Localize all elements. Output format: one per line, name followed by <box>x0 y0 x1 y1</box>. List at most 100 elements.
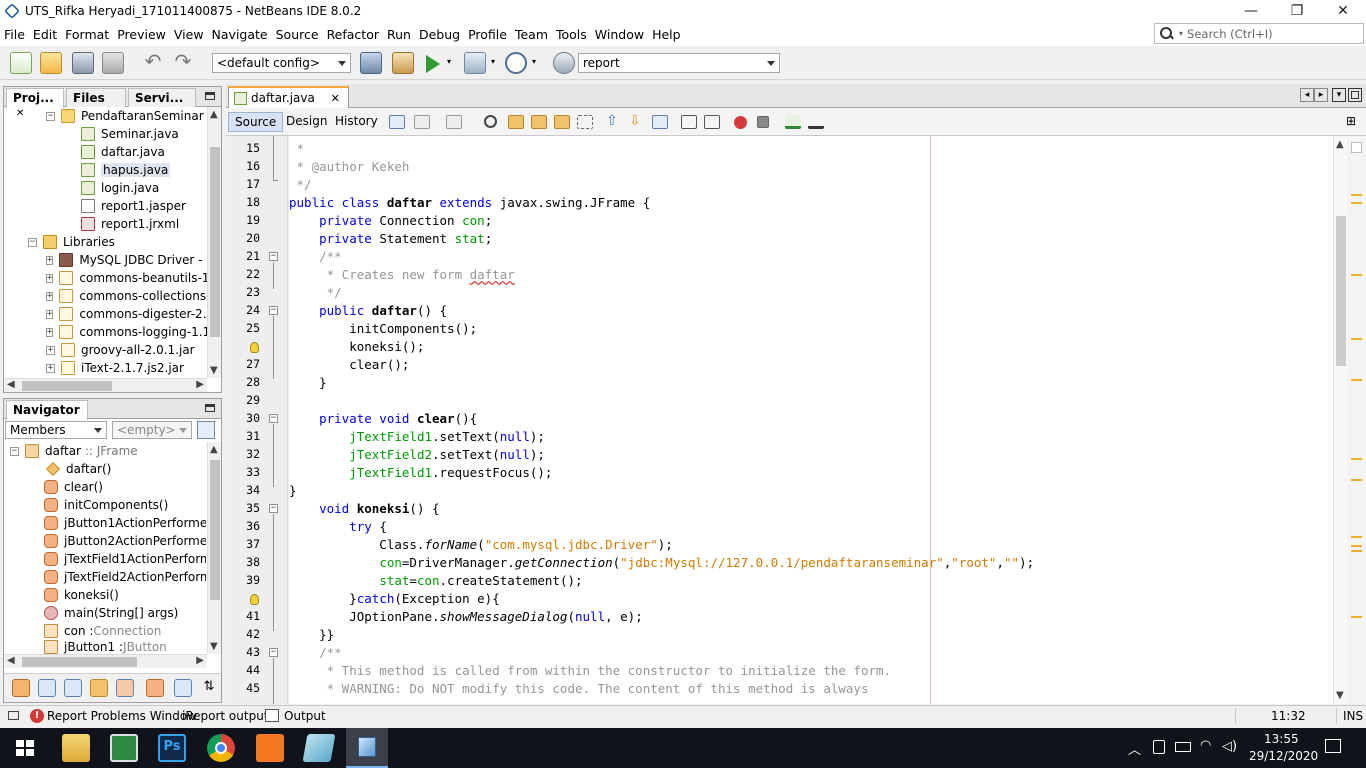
scroll-thumb[interactable] <box>22 657 137 667</box>
toggle-highlight-icon[interactable] <box>577 115 593 129</box>
clean-build-icon[interactable] <box>392 52 414 74</box>
navigator-item[interactable]: con : Connection <box>44 622 161 640</box>
expand-icon[interactable]: + <box>46 327 54 337</box>
find-icon[interactable] <box>484 115 497 128</box>
redo-icon[interactable]: ↷ <box>172 51 194 74</box>
output-button[interactable]: Output <box>284 709 326 723</box>
scroll-thumb[interactable] <box>210 460 220 600</box>
last-edit-icon[interactable] <box>389 115 405 129</box>
split-editor-icon[interactable]: ⊞ <box>1346 115 1362 129</box>
show-inner-classes-icon[interactable] <box>116 679 134 697</box>
chrome-icon[interactable] <box>207 734 235 762</box>
chevron-right-icon[interactable]: ▶ <box>196 379 204 390</box>
menu-tools[interactable]: Tools <box>552 27 591 42</box>
menu-edit[interactable]: Edit <box>29 27 61 42</box>
editor-vertical-scrollbar[interactable]: ▲ ▼ <box>1333 136 1347 704</box>
chevron-left-icon[interactable]: ◀ <box>7 655 15 666</box>
tree-item-report1-jasper[interactable]: report1.jasper <box>81 197 186 215</box>
volume-icon[interactable]: ◁) <box>1222 739 1237 754</box>
chevron-right-icon[interactable]: ▶ <box>196 655 204 666</box>
warning-mark[interactable] <box>1351 550 1362 552</box>
close-icon[interactable]: ✕ <box>16 108 24 119</box>
fold-toggle-icon[interactable]: − <box>269 414 278 423</box>
fold-toggle-icon[interactable]: − <box>269 504 278 513</box>
netbeans-taskbar-button[interactable] <box>346 728 388 768</box>
navigator-options-icon[interactable] <box>197 421 215 439</box>
run-file-icon[interactable] <box>553 52 575 74</box>
close-window-button[interactable]: ✕ <box>1320 0 1366 22</box>
expand-icon[interactable]: + <box>46 363 55 373</box>
collapse-icon[interactable]: − <box>28 237 37 247</box>
tab-projects[interactable]: Proj... ✕ <box>6 88 64 119</box>
collapse-icon[interactable]: − <box>10 446 19 456</box>
chevron-down-icon[interactable]: ▼ <box>210 365 218 376</box>
warning-mark[interactable] <box>1351 338 1362 340</box>
navigator-item[interactable]: main(String[] args) <box>44 604 178 622</box>
notifications-icon[interactable] <box>1325 739 1341 753</box>
warning-mark[interactable] <box>1351 479 1362 481</box>
editor-tab-daftar[interactable]: daftar.java ✕ <box>228 86 349 108</box>
ireport-output-button[interactable]: iReport output <box>182 709 269 723</box>
undo-icon[interactable]: ↶ <box>142 51 164 74</box>
profile-icon[interactable] <box>505 52 527 74</box>
photoshop-icon[interactable]: Ps <box>158 734 186 762</box>
chevron-down-icon[interactable]: ▾ <box>491 57 501 79</box>
tree-item-hapus-java[interactable]: hapus.java <box>81 161 171 179</box>
navigator-item[interactable]: jButton1ActionPerformed(Ac <box>44 514 206 532</box>
build-hammer-icon[interactable] <box>360 52 382 74</box>
hint-bulb-icon[interactable] <box>250 342 259 353</box>
expand-icon[interactable]: + <box>46 309 54 319</box>
menu-navigate[interactable]: Navigate <box>208 27 272 42</box>
chevron-down-icon[interactable]: ▼ <box>1336 690 1344 701</box>
menu-debug[interactable]: Debug <box>415 27 464 42</box>
menu-window[interactable]: Window <box>591 27 648 42</box>
previous-bookmark-icon[interactable]: ⇧ <box>606 114 622 129</box>
tab-files[interactable]: Files <box>66 88 126 107</box>
start-macro-recording-icon[interactable] <box>734 116 747 129</box>
open-project-icon[interactable] <box>72 52 94 74</box>
run-target-select[interactable]: report <box>578 53 780 73</box>
tab-navigator[interactable]: Navigator ✕ <box>6 400 88 431</box>
tab-design[interactable]: Design <box>280 112 333 132</box>
toggle-bookmark-icon[interactable] <box>652 115 668 129</box>
tree-item-jar[interactable]: + commons-beanutils-1.8.0 <box>46 269 209 287</box>
stop-macro-recording-icon[interactable] <box>757 116 769 128</box>
menu-file[interactable]: File <box>0 27 29 42</box>
minimize-panel-icon[interactable] <box>205 404 215 412</box>
menu-format[interactable]: Format <box>61 27 113 42</box>
menu-run[interactable]: Run <box>383 27 415 42</box>
save-all-icon[interactable] <box>102 52 124 74</box>
warning-mark[interactable] <box>1351 545 1362 547</box>
tree-item-jar[interactable]: + commons-logging-1.1.1.j <box>46 323 209 341</box>
fold-toggle-icon[interactable]: − <box>269 306 278 315</box>
members-filter-select[interactable]: Members <box>5 421 107 439</box>
next-bookmark-icon[interactable]: ⇩ <box>629 114 645 129</box>
back-icon[interactable] <box>414 115 430 129</box>
tree-item-report1-jrxml[interactable]: report1.jrxml <box>81 215 179 233</box>
expand-icon[interactable]: + <box>46 273 54 283</box>
warning-mark[interactable] <box>1351 379 1362 381</box>
show-fields-icon[interactable] <box>38 679 56 697</box>
expand-icon[interactable]: + <box>46 345 55 355</box>
tree-item-jar[interactable]: + commons-collections-2.1 <box>46 287 209 305</box>
close-tab-icon[interactable]: ✕ <box>331 92 340 105</box>
warning-mark[interactable] <box>1351 274 1362 276</box>
clock-date[interactable]: 29/12/2020 <box>1249 749 1318 763</box>
menu-source[interactable]: Source <box>272 27 323 42</box>
scroll-tabs-right-icon[interactable]: ▸ <box>1314 88 1328 102</box>
menu-view[interactable]: View <box>170 27 208 42</box>
navigator-root-class[interactable]: − daftar :: JFrame <box>10 442 138 460</box>
scroll-thumb[interactable] <box>1336 216 1346 366</box>
navigator-item[interactable]: jTextField2ActionPerformed( <box>44 568 206 586</box>
menu-profile[interactable]: Profile <box>464 27 511 42</box>
uncomment-icon[interactable] <box>808 115 824 129</box>
warning-mark[interactable] <box>1351 202 1362 204</box>
navigator-item[interactable]: clear() <box>44 478 103 496</box>
quick-search-field[interactable]: ▾ Search (Ctrl+I) <box>1154 23 1364 44</box>
scroll-tabs-left-icon[interactable]: ◂ <box>1300 88 1314 102</box>
code-editor[interactable]: * * @author Kekeh */ public class daftar… <box>289 136 1333 704</box>
chevron-up-icon[interactable]: ▲ <box>210 109 218 120</box>
projects-vertical-scrollbar[interactable]: ▲ ▼ <box>207 107 221 378</box>
menu-team[interactable]: Team <box>511 27 552 42</box>
navigator-item[interactable]: daftar() <box>46 460 111 478</box>
